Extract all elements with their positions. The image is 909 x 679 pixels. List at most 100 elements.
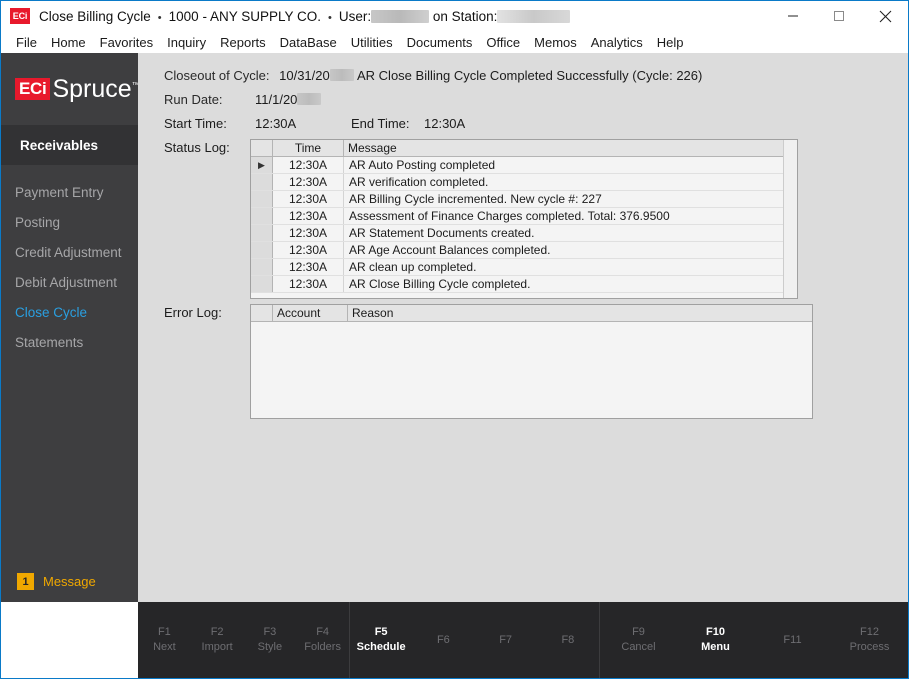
status-log-col-message: Message <box>344 140 797 156</box>
cell-message: AR Close Billing Cycle completed. <box>349 277 531 291</box>
fkey-code: F4 <box>316 626 330 638</box>
function-key-f8[interactable]: F8 <box>542 633 594 648</box>
sidebar-nav: Payment Entry Posting Credit Adjustment … <box>1 165 138 357</box>
cell-time: 12:30A <box>273 242 344 258</box>
fkey-label: Cancel <box>621 641 656 653</box>
sidebar-item-label: Statements <box>15 334 84 350</box>
menu-item-help[interactable]: Help <box>650 34 691 51</box>
cell-time: 12:30A <box>273 157 344 173</box>
function-key-group-2: F5 Schedule F6 F7 F8 <box>350 602 600 678</box>
row-marker-icon <box>251 174 273 190</box>
sidebar-item-label: Payment Entry <box>15 184 104 200</box>
cell-time: 12:30A <box>273 225 344 241</box>
status-log-scrollbar[interactable] <box>783 140 797 298</box>
menu-item-documents[interactable]: Documents <box>400 34 480 51</box>
main-content: Closeout of Cycle: 10/31/20 AR Close Bil… <box>138 53 908 602</box>
completion-status-message: AR Close Billing Cycle Completed Success… <box>357 68 703 83</box>
row-marker-icon <box>251 242 273 258</box>
cell-message: Assessment of Finance Charges completed.… <box>349 209 670 223</box>
sidebar-section-title: Receivables <box>1 125 138 165</box>
sidebar-item-debit-adjustment[interactable]: Debit Adjustment <box>1 267 138 297</box>
fkey-label: Schedule <box>356 641 406 653</box>
run-date-year-redacted <box>297 93 322 105</box>
fkey-code: F6 <box>436 633 450 646</box>
function-key-f2[interactable]: F2 Import <box>191 625 243 655</box>
fkey-code: F7 <box>499 633 513 646</box>
user-label: User: <box>338 8 372 24</box>
function-key-f11[interactable]: F11 <box>767 633 819 648</box>
table-row[interactable]: ▶ 12:30A AR Auto Posting completed <box>251 157 797 174</box>
minimize-button[interactable] <box>770 1 816 31</box>
table-row[interactable]: 12:30A AR Statement Documents created. <box>251 225 797 242</box>
window-controls <box>770 1 908 31</box>
menu-item-favorites[interactable]: Favorites <box>93 34 160 51</box>
function-key-f3[interactable]: F3 Style <box>244 625 296 655</box>
menu-item-utilities[interactable]: Utilities <box>344 34 400 51</box>
cell-time: 12:30A <box>273 191 344 207</box>
cell-message: AR Billing Cycle incremented. New cycle … <box>349 192 602 206</box>
menu-item-file[interactable]: File <box>9 34 44 51</box>
table-row[interactable]: 12:30A AR Age Account Balances completed… <box>251 242 797 259</box>
station-name-redacted <box>497 9 571 23</box>
fkey-code: F10 <box>706 626 725 638</box>
cell-time: 12:30A <box>273 208 344 224</box>
fkey-label: Folders <box>304 641 341 653</box>
menu-item-home[interactable]: Home <box>44 34 93 51</box>
table-row[interactable]: 12:30A Assessment of Finance Charges com… <box>251 208 797 225</box>
table-row[interactable]: 12:30A AR Close Billing Cycle completed. <box>251 276 797 293</box>
row-marker-icon <box>251 191 273 207</box>
cell-message: AR verification completed. <box>349 175 489 189</box>
menu-item-office[interactable]: Office <box>479 34 527 51</box>
sidebar-item-payment-entry[interactable]: Payment Entry <box>1 177 138 207</box>
message-label: Message <box>43 574 96 589</box>
menu-item-inquiry[interactable]: Inquiry <box>160 34 213 51</box>
sidebar-item-posting[interactable]: Posting <box>1 207 138 237</box>
fkey-label: Next <box>153 641 176 653</box>
cell-message: AR clean up completed. <box>349 260 477 274</box>
menu-item-reports[interactable]: Reports <box>213 34 273 51</box>
window-title: Close Billing Cycle • 1000 - ANY SUPPLY CO… <box>39 8 571 24</box>
status-log-col-selector <box>251 140 273 156</box>
sidebar-item-close-cycle[interactable]: Close Cycle <box>1 297 138 327</box>
maximize-button[interactable] <box>816 1 862 31</box>
eci-logo-icon: ECi <box>15 78 51 100</box>
function-key-f10[interactable]: F10 Menu <box>690 625 742 655</box>
function-key-f7[interactable]: F7 <box>480 633 532 648</box>
function-key-f1[interactable]: F1 Next <box>138 625 190 655</box>
fkey-label: Process <box>849 641 890 653</box>
close-button[interactable] <box>862 1 908 31</box>
message-count-badge: 1 <box>17 573 34 590</box>
cell-time: 12:30A <box>273 174 344 190</box>
row-marker-icon <box>251 259 273 275</box>
closeout-of-cycle-label: Closeout of Cycle: <box>164 68 270 83</box>
title-bar: ECi Close Billing Cycle • 1000 - ANY SUPPL… <box>1 1 908 31</box>
sidebar-item-statements[interactable]: Statements <box>1 327 138 357</box>
fkey-code: F9 <box>632 626 645 638</box>
error-log-header: Account Reason <box>251 305 812 322</box>
function-key-f4[interactable]: F4 Folders <box>297 625 349 655</box>
status-log-grid[interactable]: Time Message ▶ 12:30A AR Auto Posting co… <box>250 139 798 299</box>
table-row[interactable]: 12:30A AR Billing Cycle incremented. New… <box>251 191 797 208</box>
end-time-value: 12:30A <box>424 116 466 131</box>
run-date-field: Run Date: <box>164 92 223 107</box>
function-key-f5[interactable]: F5 Schedule <box>355 625 407 655</box>
cell-message: AR Auto Posting completed <box>349 158 496 172</box>
table-row[interactable]: 12:30A AR verification completed. <box>251 174 797 191</box>
fkey-label: Style <box>257 641 283 653</box>
function-key-f9[interactable]: F9 Cancel <box>613 625 665 655</box>
function-key-f6[interactable]: F6 <box>417 633 469 648</box>
function-key-f12[interactable]: F12 Process <box>844 625 896 655</box>
row-marker-icon <box>251 276 273 292</box>
menu-bar: File Home Favorites Inquiry Reports Data… <box>1 31 908 53</box>
error-log-grid[interactable]: Account Reason <box>250 304 813 419</box>
table-row[interactable]: 12:30A AR clean up completed. <box>251 259 797 276</box>
start-time-value: 12:30A <box>255 116 297 131</box>
row-marker-icon <box>251 208 273 224</box>
sidebar-item-credit-adjustment[interactable]: Credit Adjustment <box>1 237 138 267</box>
message-notification[interactable]: 1 Message <box>17 573 96 590</box>
brand-logo: ECi Spruce™ <box>1 53 140 125</box>
menu-item-database[interactable]: DataBase <box>273 34 344 51</box>
sidebar-item-label: Credit Adjustment <box>15 244 122 260</box>
menu-item-analytics[interactable]: Analytics <box>584 34 650 51</box>
menu-item-memos[interactable]: Memos <box>527 34 584 51</box>
